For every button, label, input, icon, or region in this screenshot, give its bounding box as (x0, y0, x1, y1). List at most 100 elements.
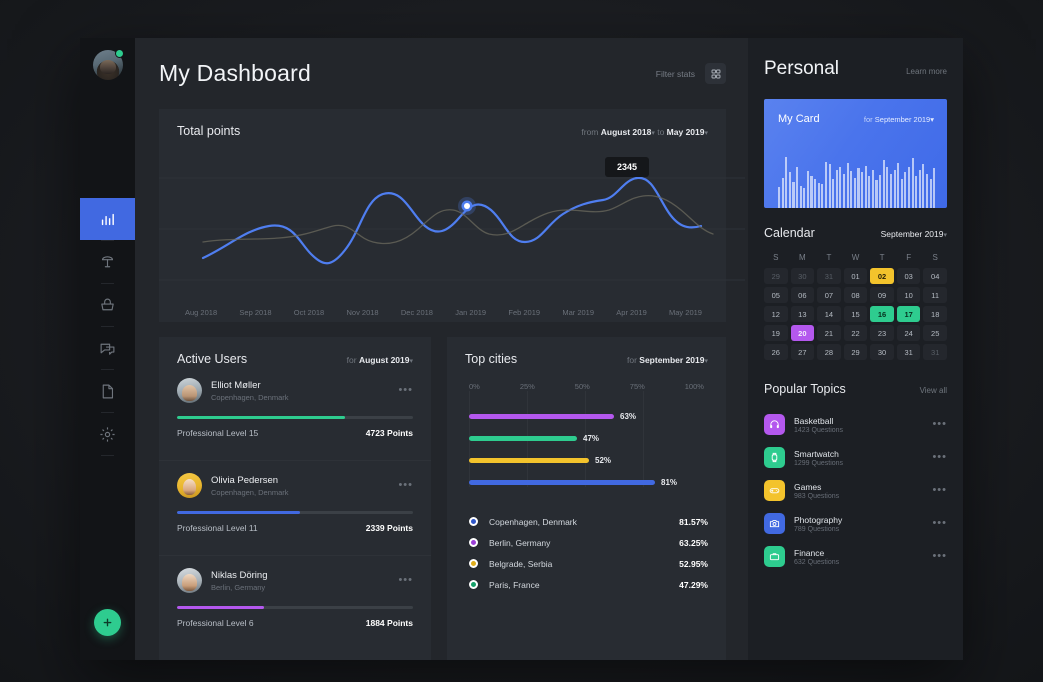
my-card-range[interactable]: for September 2019▾ (864, 115, 934, 124)
sparkline-bar (908, 167, 910, 208)
for-label: for (347, 355, 357, 365)
more-horizontal-icon[interactable]: ••• (932, 485, 947, 496)
calendar-day[interactable]: 23 (870, 325, 894, 341)
calendar-day[interactable]: 02 (870, 268, 894, 284)
calendar-day[interactable]: 30 (791, 268, 815, 284)
legend-item[interactable]: Copenhagen, Denmark 81.57% (469, 511, 708, 532)
calendar-day[interactable]: 15 (844, 306, 868, 322)
more-horizontal-icon[interactable]: ••• (932, 452, 947, 463)
sidebar-item-places[interactable] (80, 241, 135, 283)
calendar-day[interactable]: 27 (791, 344, 815, 360)
line-chart-svg (159, 138, 745, 308)
progress-bar (177, 606, 413, 609)
calendar-dow: T (817, 253, 841, 265)
sidebar-item-settings[interactable] (80, 413, 135, 455)
sparkline-bar (919, 170, 921, 208)
axis-tick: Dec 2018 (401, 308, 433, 317)
sidebar-nav (80, 198, 135, 456)
calendar-day[interactable]: 29 (764, 268, 788, 284)
layout-grid-icon[interactable] (705, 63, 726, 84)
calendar-day[interactable]: 18 (923, 306, 947, 322)
sparkline-bar (796, 167, 798, 208)
calendar-day[interactable]: 24 (897, 325, 921, 341)
list-item[interactable]: Basketball 1423 Questions ••• (764, 408, 947, 441)
learn-more-link[interactable]: Learn more (906, 67, 947, 76)
bar-value: 81% (661, 478, 677, 487)
sidebar-item-statistics[interactable] (80, 198, 135, 240)
list-item[interactable]: Smartwatch 1299 Questions ••• (764, 441, 947, 474)
view-all-link[interactable]: View all (920, 386, 947, 395)
from-value: August 2018 (601, 127, 652, 137)
calendar-day[interactable]: 10 (897, 287, 921, 303)
sidebar-item-store[interactable] (80, 284, 135, 326)
calendar-day[interactable]: 19 (764, 325, 788, 341)
list-item[interactable]: Games 983 Questions ••• (764, 474, 947, 507)
scale-tick: 0% (469, 382, 480, 391)
active-users-range[interactable]: for August 2019▾ (347, 355, 413, 365)
topic-meta: Games 983 Questions (794, 482, 923, 500)
list-item[interactable]: Elliot Møller Copenhagen, Denmark ••• Pr… (159, 366, 431, 449)
topic-name: Games (794, 482, 923, 492)
calendar-day[interactable]: 26 (764, 344, 788, 360)
calendar-day[interactable]: 16 (870, 306, 894, 322)
calendar-day[interactable]: 31 (923, 344, 947, 360)
calendar-day[interactable]: 31 (897, 344, 921, 360)
more-horizontal-icon[interactable]: ••• (932, 419, 947, 430)
legend-item[interactable]: Belgrade, Serbia 52.95% (469, 553, 708, 574)
calendar-day[interactable]: 06 (791, 287, 815, 303)
calendar-day[interactable]: 30 (870, 344, 894, 360)
more-horizontal-icon[interactable]: ••• (932, 551, 947, 562)
calendar-day[interactable]: 29 (844, 344, 868, 360)
calendar-day[interactable]: 12 (764, 306, 788, 322)
legend-item[interactable]: Paris, France 47.29% (469, 574, 708, 595)
more-horizontal-icon[interactable]: ••• (398, 385, 413, 396)
calendar-day[interactable]: 07 (817, 287, 841, 303)
sparkline-bar (904, 172, 906, 208)
total-points-chart[interactable]: 2345 (159, 138, 726, 308)
calendar-day[interactable]: 17 (897, 306, 921, 322)
list-item[interactable]: Finance 632 Questions ••• (764, 540, 947, 573)
calendar-day[interactable]: 25 (923, 325, 947, 341)
bar-value: 63% (620, 412, 636, 421)
calendar-day[interactable]: 22 (844, 325, 868, 341)
calendar-day[interactable]: 14 (817, 306, 841, 322)
sparkline-bar (926, 174, 928, 208)
calendar-day[interactable]: 11 (923, 287, 947, 303)
sidebar-item-messages[interactable] (80, 327, 135, 369)
total-points-range[interactable]: from August 2018▾ to May 2019▾ (581, 127, 708, 137)
sidebar-item-files[interactable] (80, 370, 135, 412)
to-label: to (657, 127, 664, 137)
list-item[interactable]: Photography 789 Questions ••• (764, 507, 947, 540)
user-footer: Professional Level 6 1884 Points (177, 618, 413, 639)
calendar-dow: W (844, 253, 868, 265)
avatar[interactable] (93, 50, 123, 80)
calendar-day[interactable]: 09 (870, 287, 894, 303)
calendar-day[interactable]: 20 (791, 325, 815, 341)
calendar-day[interactable]: 01 (844, 268, 868, 284)
sparkline-bar (850, 171, 852, 208)
calendar-day[interactable]: 21 (817, 325, 841, 341)
calendar-day[interactable]: 13 (791, 306, 815, 322)
axis-tick: Nov 2018 (346, 308, 378, 317)
calendar-day[interactable]: 08 (844, 287, 868, 303)
chart-x-axis: Aug 2018 Sep 2018 Oct 2018 Nov 2018 Dec … (159, 308, 726, 317)
add-button[interactable] (94, 609, 121, 636)
calendar-month[interactable]: September 2019▾ (881, 229, 947, 239)
top-cities-range[interactable]: for September 2019▾ (627, 355, 708, 365)
calendar-day[interactable]: 28 (817, 344, 841, 360)
calendar-day[interactable]: 31 (817, 268, 841, 284)
bar-value: 52% (595, 456, 611, 465)
list-item[interactable]: Niklas Döring Berlin, Germany ••• Profes… (159, 555, 431, 639)
more-horizontal-icon[interactable]: ••• (398, 480, 413, 491)
more-horizontal-icon[interactable]: ••• (398, 575, 413, 586)
calendar-day[interactable]: 04 (923, 268, 947, 284)
calendar-day[interactable]: 03 (897, 268, 921, 284)
active-users-header: Active Users for August 2019▾ (159, 337, 431, 366)
list-item[interactable]: Olivia Pedersen Copenhagen, Denmark ••• … (159, 460, 431, 544)
my-card-panel[interactable]: My Card for September 2019▾ (764, 99, 947, 208)
more-horizontal-icon[interactable]: ••• (932, 518, 947, 529)
legend-item[interactable]: Berlin, Germany 63.25% (469, 532, 708, 553)
calendar-day[interactable]: 05 (764, 287, 788, 303)
chevron-down-icon: ▾ (704, 358, 708, 365)
total-points-panel: Total points from August 2018▾ to May 20… (159, 109, 726, 322)
